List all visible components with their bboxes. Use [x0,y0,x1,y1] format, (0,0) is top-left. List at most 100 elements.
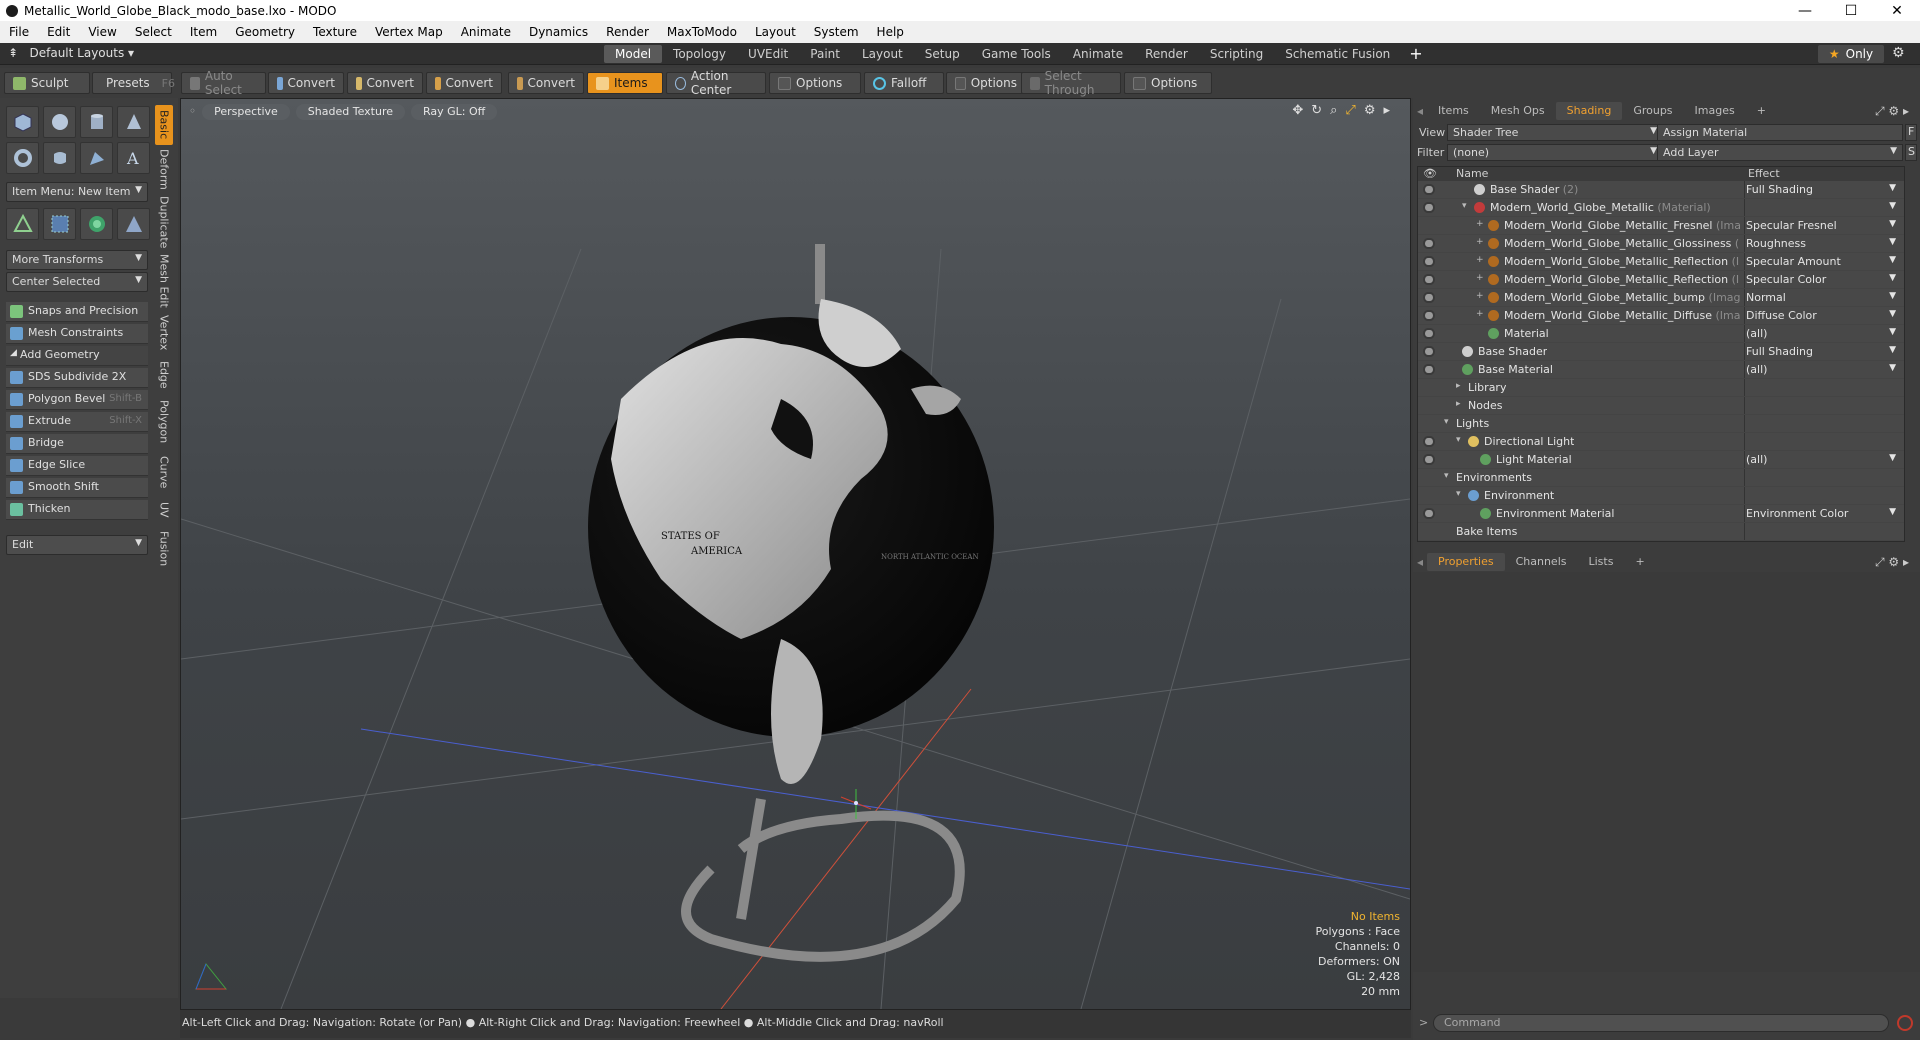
effect-dropdown[interactable]: (all) ▼ [1746,453,1898,466]
shader-tree-row[interactable]: ▾ Directional Light [1418,433,1904,451]
menu-select[interactable]: Select [126,25,181,39]
shaded-texture-button[interactable]: Shaded Texture [295,104,405,120]
tab-render[interactable]: Render [1134,45,1199,63]
visibility-eye-icon[interactable] [1423,274,1435,285]
tab-items[interactable]: Items [1427,102,1480,120]
visibility-eye-icon[interactable] [1423,364,1435,375]
shader-tree-row[interactable]: + Modern_World_Globe_Metallic_Reflection … [1418,253,1904,271]
shader-tree-row[interactable]: Material (all) ▼ [1418,325,1904,343]
command-input[interactable]: Command [1433,1014,1889,1032]
expand-toggle-icon[interactable]: + [1476,255,1484,265]
record-icon[interactable] [1897,1015,1913,1031]
vtab-edge[interactable]: Edge [155,357,173,393]
cone-primitive-button[interactable] [117,106,150,138]
vtab-uv[interactable]: UV [155,497,173,523]
center-selected-dropdown[interactable]: Center Selected ▼ [6,272,148,292]
tab-channels[interactable]: Channels [1505,553,1578,571]
shader-tree-row[interactable]: Base Shader Full Shading ▼ [1418,343,1904,361]
convert-button-4[interactable]: Convert [508,72,584,94]
action-center-button[interactable]: Action Center [666,69,766,97]
visibility-eye-icon[interactable] [1423,328,1435,339]
view-dropdown[interactable]: Shader Tree ▼ [1447,124,1663,141]
visibility-eye-icon[interactable] [1423,346,1435,357]
shader-tree-row[interactable]: ▸ Library [1418,379,1904,397]
polygon-bevel-button[interactable]: Polygon Bevel Shift-B [6,390,148,410]
assign-material-button[interactable]: Assign Material [1657,124,1903,141]
thicken-button[interactable]: Thicken [6,500,148,520]
layout-selector[interactable]: ⇞ Default Layouts ▾ [8,46,134,60]
edge-slice-button[interactable]: Edge Slice [6,456,148,476]
options-button-2[interactable]: Options [946,72,1026,94]
options-button-3[interactable]: Options [1124,72,1212,94]
smooth-shift-button[interactable]: Smooth Shift [6,478,148,498]
visibility-eye-icon[interactable] [1423,436,1435,447]
tab-scripting[interactable]: Scripting [1199,45,1274,63]
tab-images[interactable]: Images [1684,102,1746,120]
visibility-eye-icon[interactable] [1423,454,1435,465]
tab-groups[interactable]: Groups [1622,102,1683,120]
tab-game-tools[interactable]: Game Tools [971,45,1062,63]
menu-help[interactable]: Help [868,25,913,39]
add-tab-icon[interactable]: + [1624,553,1655,571]
convert-button-2[interactable]: Convert [347,72,423,94]
menu-texture[interactable]: Texture [304,25,366,39]
tab-schematic-fusion[interactable]: Schematic Fusion [1274,45,1401,63]
shader-tree-row[interactable]: Bake Items [1418,523,1904,541]
f-button[interactable]: F [1905,124,1917,141]
items-mode-button[interactable]: Items [587,72,663,94]
expand-toggle-icon[interactable]: ▸ [1456,381,1461,391]
effect-dropdown[interactable]: Roughness ▼ [1746,237,1898,250]
item-menu-dropdown[interactable]: Item Menu: New Item ▼ [6,182,148,202]
vtab-mesh-edit[interactable]: Mesh Edit [155,253,173,309]
tab-shading[interactable]: Shading [1555,102,1623,120]
panel-menu-icon[interactable]: ◂ [1413,102,1427,120]
mesh-shape-button[interactable] [117,208,150,240]
gear-icon[interactable]: ⚙ [1892,45,1905,61]
expand-toggle-icon[interactable]: + [1476,237,1484,247]
visibility-eye-icon[interactable] [1423,238,1435,249]
shader-tree-row[interactable]: Environment Material Environment Color ▼ [1418,505,1904,523]
torus-primitive-button[interactable] [6,142,39,174]
extrude-button[interactable]: Extrude Shift-X [6,412,148,432]
presets-button[interactable]: Presets F6 [92,72,175,94]
menu-layout[interactable]: Layout [746,25,805,39]
shader-tree-row[interactable]: ▾ Modern_World_Globe_Metallic (Material) ▼ [1418,199,1904,217]
expand-toggle-icon[interactable]: ▾ [1462,201,1467,211]
shader-tree-row[interactable]: + Modern_World_Globe_Metallic_bump (Image… [1418,289,1904,307]
effect-dropdown[interactable]: (all) ▼ [1746,363,1898,376]
panel-menu-icon[interactable]: ◂ [1413,553,1427,571]
cylinder-primitive-button[interactable] [80,106,113,138]
tab-topology[interactable]: Topology [662,45,737,63]
text-tool-button[interactable]: A [117,142,150,174]
vtab-vertex[interactable]: Vertex [155,313,173,353]
effect-dropdown[interactable]: Specular Fresnel ▼ [1746,219,1898,232]
effect-dropdown[interactable]: Diffuse Color ▼ [1746,309,1898,322]
shader-tree-row[interactable]: ▸ Nodes [1418,397,1904,415]
tab-setup[interactable]: Setup [914,45,971,63]
expand-toggle-icon[interactable]: ▸ [1456,399,1461,409]
expand-icon[interactable]: ⤢ ⚙ ▸ [1875,104,1909,119]
shader-tree-row[interactable]: ▾ Lights [1418,415,1904,433]
snaps-and-precision-button[interactable]: Snaps and Precision [6,302,148,322]
fit-icon[interactable]: ⤢ [1345,103,1355,118]
tab-animate[interactable]: Animate [1062,45,1134,63]
visibility-eye-icon[interactable] [1423,256,1435,267]
effect-column-header[interactable]: Effect [1748,167,1780,180]
shader-tree-row[interactable]: Base Shader (2) Full Shading ▼ [1418,181,1904,199]
sphere-primitive-button[interactable] [43,106,76,138]
vtab-fusion[interactable]: Fusion [155,527,173,571]
shader-tree-row[interactable]: Light Material (all) ▼ [1418,451,1904,469]
tab-paint[interactable]: Paint [799,45,851,63]
effect-dropdown[interactable]: (all) ▼ [1746,327,1898,340]
ray-gl-button[interactable]: Ray GL: Off [411,104,498,120]
visibility-eye-icon[interactable] [1423,184,1435,195]
expand-toggle-icon[interactable]: ▾ [1456,489,1461,499]
select-through-button[interactable]: Select Through [1021,69,1121,97]
menu-item[interactable]: Item [181,25,226,39]
menu-system[interactable]: System [805,25,868,39]
globe-tool-button[interactable] [80,208,113,240]
shader-tree-row[interactable]: Base Material (all) ▼ [1418,361,1904,379]
shader-tree-row[interactable]: ▾ Environments [1418,469,1904,487]
vtab-duplicate[interactable]: Duplicate [155,195,173,249]
filter-dropdown[interactable]: (none) ▼ [1447,144,1663,161]
